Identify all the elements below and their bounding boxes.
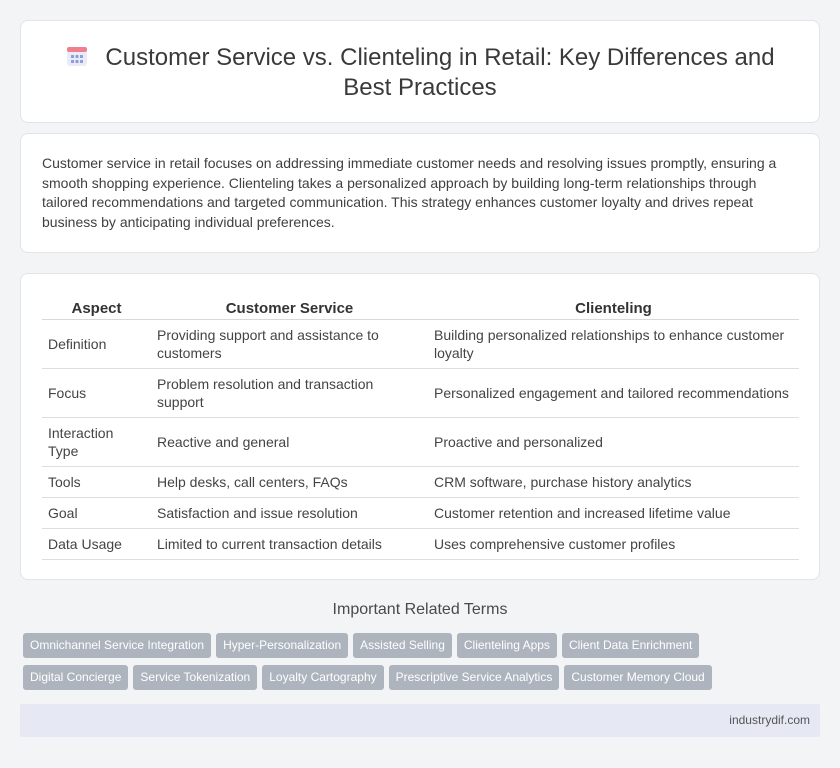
cell-clienteling: Customer retention and increased lifetim…: [428, 497, 799, 529]
cell-customer-service: Problem resolution and transaction suppo…: [151, 368, 428, 418]
term-tag[interactable]: Digital Concierge: [23, 665, 129, 690]
calendar-icon: [67, 47, 88, 66]
cell-customer-service: Satisfaction and issue resolution: [151, 497, 428, 529]
table-row: Interaction Type Reactive and general Pr…: [42, 417, 799, 467]
table-row: Goal Satisfaction and issue resolution C…: [42, 497, 799, 529]
comparison-table: Aspect Customer Service Clienteling Defi…: [42, 295, 799, 560]
comparison-card: Aspect Customer Service Clienteling Defi…: [20, 273, 820, 580]
term-tag[interactable]: Customer Memory Cloud: [564, 665, 712, 690]
term-tag[interactable]: Assisted Selling: [353, 633, 452, 658]
table-row: Definition Providing support and assista…: [42, 319, 799, 369]
cell-clienteling: Proactive and personalized: [428, 417, 799, 467]
table-row: Focus Problem resolution and transaction…: [42, 368, 799, 418]
cell-aspect: Focus: [42, 368, 151, 418]
cell-clienteling: Building personalized relationships to e…: [428, 319, 799, 369]
footer-site-link[interactable]: industrydif.com: [729, 713, 810, 727]
page-title-container: Customer Service vs. Clienteling in Reta…: [21, 43, 819, 103]
cell-clienteling: CRM software, purchase history analytics: [428, 466, 799, 498]
related-terms-title: Important Related Terms: [332, 601, 508, 618]
term-tag[interactable]: Loyalty Cartography: [262, 665, 384, 690]
table-row: Data Usage Limited to current transactio…: [42, 528, 799, 560]
term-tag[interactable]: Service Tokenization: [133, 665, 258, 690]
table-row: Tools Help desks, call centers, FAQs CRM…: [42, 466, 799, 498]
header-aspect: Aspect: [42, 295, 151, 320]
cell-aspect: Definition: [42, 319, 151, 369]
intro-card: Customer service in retail focuses on ad…: [20, 133, 820, 253]
cell-clienteling: Personalized engagement and tailored rec…: [428, 368, 799, 418]
cell-customer-service: Limited to current transaction details: [151, 528, 428, 560]
cell-aspect: Tools: [42, 466, 151, 498]
term-tag[interactable]: Clienteling Apps: [456, 633, 557, 658]
related-terms-list: Omnichannel Service Integration Hyper-Per…: [23, 633, 823, 697]
cell-clienteling: Uses comprehensive customer profiles: [428, 528, 799, 560]
term-tag[interactable]: Client Data Enrichment: [561, 633, 700, 658]
title-card: Customer Service vs. Clienteling in Reta…: [20, 20, 820, 123]
intro-paragraph: Customer service in retail focuses on ad…: [42, 155, 777, 230]
cell-customer-service: Help desks, call centers, FAQs: [151, 466, 428, 498]
cell-customer-service: Providing support and assistance to cust…: [151, 319, 428, 369]
cell-aspect: Goal: [42, 497, 151, 529]
cell-customer-service: Reactive and general: [151, 417, 428, 467]
header-clienteling: Clienteling: [428, 295, 799, 320]
header-customer-service: Customer Service: [151, 295, 428, 320]
term-tag[interactable]: Omnichannel Service Integration: [23, 633, 212, 658]
cell-aspect: Interaction Type: [42, 417, 151, 467]
page-title: Customer Service vs. Clienteling in Reta…: [105, 44, 775, 101]
footer-bar: industrydif.com: [20, 704, 820, 737]
table-header-row: Aspect Customer Service Clienteling: [42, 295, 799, 320]
term-tag[interactable]: Prescriptive Service Analytics: [388, 665, 560, 690]
cell-aspect: Data Usage: [42, 528, 151, 560]
term-tag[interactable]: Hyper-Personalization: [216, 633, 349, 658]
